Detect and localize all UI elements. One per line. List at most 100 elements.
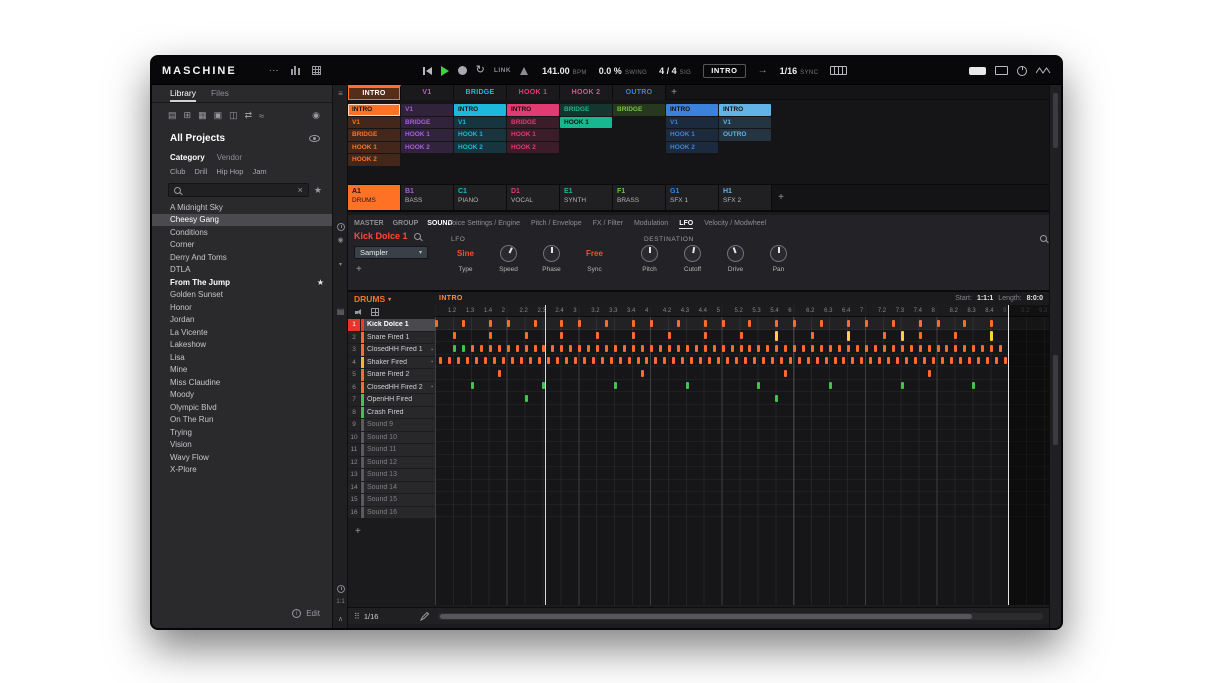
note-event[interactable] [703, 344, 707, 352]
project-item-jordan[interactable]: Jordan [152, 314, 332, 327]
note-event[interactable] [515, 344, 519, 352]
effects-icon[interactable]: ◫ [229, 110, 238, 121]
note-event[interactable] [578, 344, 582, 352]
follow-icon[interactable]: → [758, 65, 768, 76]
note-event[interactable] [846, 331, 850, 341]
note-event[interactable] [560, 319, 564, 327]
section-tab-hook-2[interactable]: HOOK 2 [560, 85, 613, 100]
sound-row-10[interactable]: 10 Sound 10 [348, 431, 435, 444]
note-event[interactable] [596, 344, 600, 352]
pattern-cell-a1-hook-1[interactable]: HOOK 1 [348, 141, 400, 153]
note-event[interactable] [640, 344, 644, 352]
project-item-lakeshow[interactable]: Lakeshow [152, 339, 332, 352]
note-event[interactable] [676, 319, 680, 327]
note-event[interactable] [681, 357, 685, 365]
group-c1[interactable]: C1 PIANO [454, 185, 507, 210]
note-event[interactable] [488, 344, 492, 352]
pattern-cell-c1-hook-1[interactable]: HOOK 1 [454, 129, 506, 141]
project-item-olympic-blvd[interactable]: Olympic Blvd [152, 401, 332, 414]
note-event[interactable] [909, 344, 913, 352]
project-item-from-the-jump[interactable]: From The Jump ★ [152, 276, 332, 289]
note-event[interactable] [851, 357, 855, 365]
page-fx-filter[interactable]: FX / Filter [593, 220, 623, 229]
sound-name[interactable]: Kick Dolce 1 [354, 231, 408, 241]
knob-cutoff[interactable] [684, 245, 701, 262]
note-event[interactable] [793, 319, 797, 327]
note-event[interactable] [529, 357, 533, 365]
project-item-corner[interactable]: Corner [152, 239, 332, 252]
note-event[interactable] [815, 357, 819, 365]
note-event[interactable] [703, 319, 707, 327]
note-event[interactable] [726, 357, 730, 365]
note-event[interactable] [533, 319, 537, 327]
pattern-cell-b1-bridge[interactable]: BRIDGE [401, 116, 453, 128]
pad-mode-icon[interactable] [371, 308, 379, 316]
edit-button[interactable]: Edit [306, 609, 320, 618]
note-event[interactable] [645, 357, 649, 365]
note-event[interactable] [479, 344, 483, 352]
perf-grid-readout[interactable]: 1/16 SYNC [780, 66, 819, 76]
pattern-cell-a1-bridge[interactable]: BRIDGE [348, 129, 400, 141]
note-event[interactable] [873, 344, 877, 352]
note-event[interactable] [694, 344, 698, 352]
note-event[interactable] [967, 357, 971, 365]
note-event[interactable] [497, 369, 501, 377]
note-event[interactable] [632, 332, 636, 340]
panel-search-icon[interactable] [1040, 235, 1047, 242]
note-event[interactable] [497, 344, 501, 352]
master-volume-knob-icon[interactable] [1017, 65, 1027, 76]
note-event[interactable] [972, 382, 976, 390]
group-f1[interactable]: F1 BRASS [613, 185, 666, 210]
pattern-cell-d1-hook-1[interactable]: HOOK 1 [507, 129, 559, 141]
horizontal-scrollbar[interactable] [438, 613, 1043, 620]
loop-icon[interactable]: ↻ [476, 65, 485, 76]
note-event[interactable] [627, 357, 631, 365]
project-item-derry-and-toms[interactable]: Derry And Toms [152, 251, 332, 264]
note-event[interactable] [757, 344, 761, 352]
plugin-dropdown[interactable]: Sampler ▾ [354, 246, 428, 259]
note-event[interactable] [900, 344, 904, 352]
note-event[interactable] [506, 319, 510, 327]
pattern-cell-g1-hook-2[interactable]: HOOK 2 [666, 141, 718, 153]
bpm-readout[interactable]: 141.00 BPM [542, 66, 587, 76]
note-event[interactable] [623, 344, 627, 352]
pattern-cell-e1-hook-1[interactable]: HOOK 1 [560, 116, 612, 128]
arranger-scrollbar-thumb[interactable] [1053, 93, 1058, 148]
note-event[interactable] [605, 344, 609, 352]
sound-row-1[interactable]: 1 Kick Dolce 1 [348, 319, 435, 332]
sound-row-9[interactable]: 9 Sound 9 [348, 419, 435, 432]
add-group-button[interactable]: + [772, 185, 790, 210]
note-event[interactable] [806, 357, 810, 365]
note-event[interactable] [605, 319, 609, 327]
note-event[interactable] [506, 344, 510, 352]
loops-icon[interactable]: ⇄ [245, 110, 253, 121]
note-event[interactable] [918, 332, 922, 340]
note-event[interactable] [784, 344, 788, 352]
info-icon[interactable]: i [292, 609, 302, 618]
note-event[interactable] [882, 344, 886, 352]
note-event[interactable] [578, 319, 582, 327]
visibility-eye-icon[interactable] [309, 135, 320, 142]
sig-readout[interactable]: 4 / 4 SIG [659, 66, 691, 76]
pattern-cell-b1-hook-2[interactable]: HOOK 2 [401, 141, 453, 153]
knob-pan[interactable] [770, 245, 787, 262]
clear-search-icon[interactable]: × [298, 185, 303, 195]
note-event[interactable] [470, 382, 474, 390]
note-event[interactable] [667, 344, 671, 352]
sound-row-13[interactable]: 13 Sound 13 [348, 469, 435, 482]
tab-library[interactable]: Library [170, 88, 196, 102]
note-event[interactable] [632, 344, 636, 352]
pattern-cell-d1-hook-2[interactable]: HOOK 2 [507, 141, 559, 153]
pattern-cell-h1-intro[interactable]: INTRO [719, 104, 771, 116]
note-event[interactable] [802, 344, 806, 352]
note-event[interactable] [981, 344, 985, 352]
project-item-cheesy-gang[interactable]: Cheesy Gang [152, 213, 332, 226]
note-event[interactable] [757, 382, 761, 390]
user-icon[interactable]: ◉ [312, 110, 320, 121]
note-event[interactable] [524, 344, 528, 352]
note-event[interactable] [797, 357, 801, 365]
note-event[interactable] [864, 319, 868, 327]
pattern-cell-a1-intro[interactable]: INTRO [348, 104, 400, 116]
note-event[interactable] [963, 344, 967, 352]
note-event[interactable] [779, 357, 783, 365]
